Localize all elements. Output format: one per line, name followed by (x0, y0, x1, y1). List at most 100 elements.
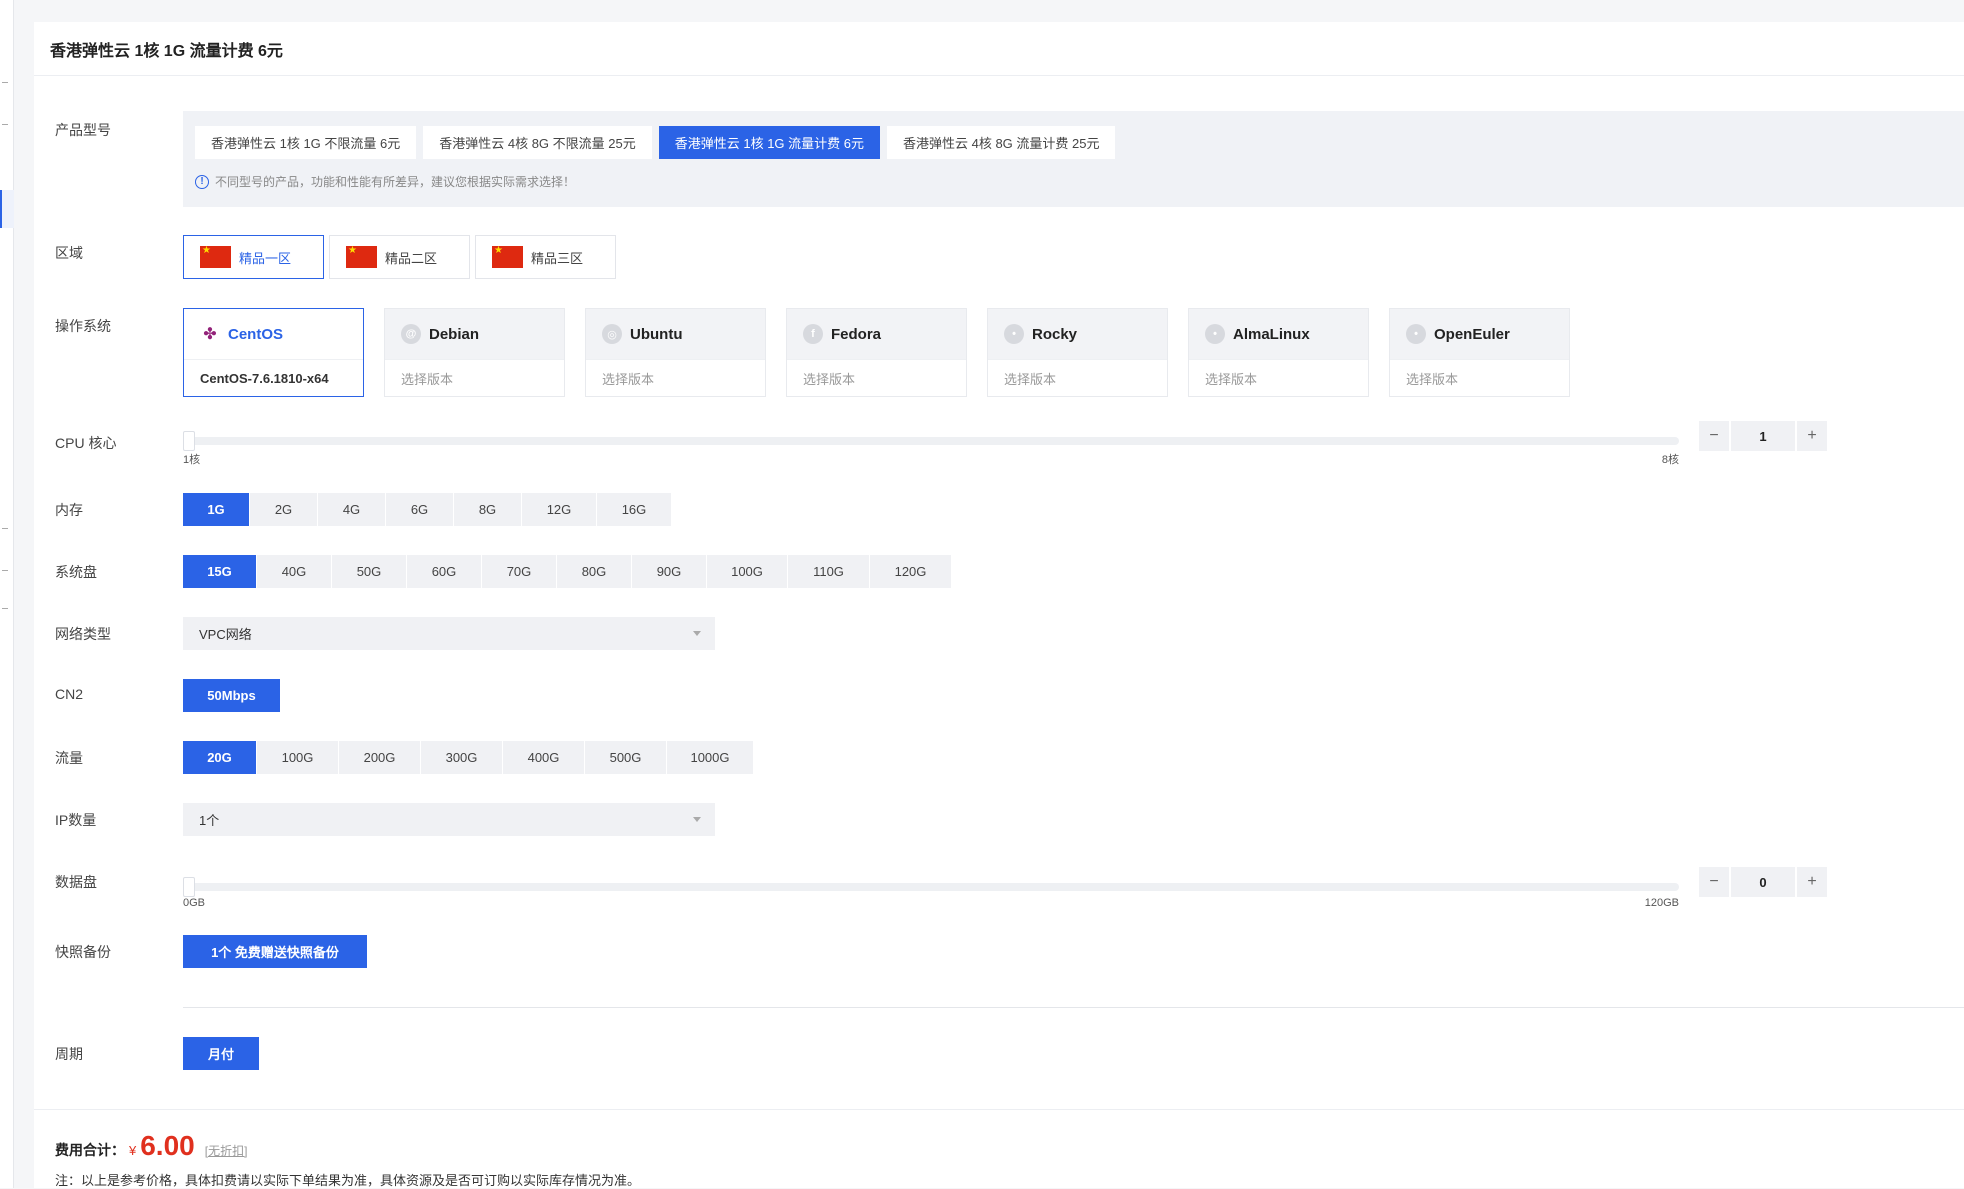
os-option-header: • Rocky (988, 309, 1167, 359)
memory-option-button[interactable]: 4G (318, 493, 385, 526)
disk-option-button[interactable]: 40G (257, 555, 331, 588)
disk-option-button[interactable]: 110G (788, 555, 869, 588)
chevron-down-icon (693, 817, 701, 822)
cn2-label: CN2 (55, 686, 84, 702)
sidebar-tick (2, 124, 8, 125)
network-label: 网络类型 (55, 626, 111, 642)
cn2-options: 50Mbps (183, 679, 280, 712)
memory-option-button[interactable]: 8G (454, 493, 521, 526)
memory-option-button[interactable]: 1G (183, 493, 249, 526)
model-option-button[interactable]: 香港弹性云 1核 1G 不限流量 6元 (195, 126, 417, 159)
data-disk-slider-handle[interactable] (183, 877, 195, 897)
os-option-name: OpenEuler (1434, 325, 1510, 343)
os-version-select[interactable]: CentOS-7.6.1810-x64 (184, 359, 363, 397)
ip-label: IP数量 (55, 812, 97, 828)
openeuler-icon: • (1406, 324, 1426, 344)
disk-option-button[interactable]: 120G (870, 555, 951, 588)
os-option-almalinux[interactable]: • AlmaLinux 选择版本 (1188, 308, 1369, 397)
model-tip: ! 不同型号的产品，功能和性能有所差异，建议您根据实际需求选择！ (195, 173, 1952, 190)
region-option[interactable]: 精品三区 (475, 235, 616, 279)
data-disk-plus-button[interactable]: + (1797, 867, 1827, 897)
network-select[interactable]: VPC网络 (183, 617, 715, 650)
sidebar-tick (2, 608, 8, 609)
sidebar-active-indicator[interactable] (0, 190, 14, 228)
disk-label: 系统盘 (55, 564, 97, 580)
os-option-rocky[interactable]: • Rocky 选择版本 (987, 308, 1168, 397)
data-disk-minus-button[interactable]: − (1699, 867, 1729, 897)
region-option[interactable]: 精品二区 (329, 235, 470, 279)
cpu-slider[interactable]: 1核 8核 (183, 431, 1679, 467)
data-disk-slider-track[interactable] (183, 877, 1679, 897)
os-version-select[interactable]: 选择版本 (1189, 359, 1368, 397)
os-option-fedora[interactable]: f Fedora 选择版本 (786, 308, 967, 397)
data-disk-slider[interactable]: 0GB 120GB (183, 877, 1679, 909)
disk-option-button[interactable]: 15G (183, 555, 256, 588)
os-option-header: f Fedora (787, 309, 966, 359)
ip-select[interactable]: 1个 (183, 803, 715, 836)
disk-option-button[interactable]: 90G (632, 555, 706, 588)
model-options: 香港弹性云 1核 1G 不限流量 6元 香港弹性云 4核 8G 不限流量 25元香… (195, 126, 1952, 159)
cpu-stepper: − 1 + (1699, 421, 1827, 451)
ubuntu-icon: ◎ (602, 324, 622, 344)
os-option-ubuntu[interactable]: ◎ Ubuntu 选择版本 (585, 308, 766, 397)
memory-option-button[interactable]: 6G (386, 493, 453, 526)
memory-option-button[interactable]: 2G (250, 493, 317, 526)
cpu-value-input[interactable]: 1 (1731, 421, 1795, 451)
snapshot-option-button[interactable]: 1个 免费赠送快照备份 (183, 935, 367, 968)
disk-option-button[interactable]: 60G (407, 555, 481, 588)
data-disk-value-input[interactable]: 0 (1731, 867, 1795, 897)
os-label: 操作系统 (55, 318, 111, 334)
disk-option-button[interactable]: 80G (557, 555, 631, 588)
china-flag-icon (346, 245, 377, 268)
disk-option-button[interactable]: 70G (482, 555, 556, 588)
period-option-button[interactable]: 月付 (183, 1037, 259, 1070)
memory-option-button[interactable]: 12G (522, 493, 596, 526)
os-option-openeuler[interactable]: • OpenEuler 选择版本 (1389, 308, 1570, 397)
sidebar-tick (2, 82, 8, 83)
os-version-select[interactable]: 选择版本 (787, 359, 966, 397)
model-option-button[interactable]: 香港弹性云 4核 8G 流量计费 25元 (886, 126, 1116, 159)
model-label: 产品型号 (55, 122, 111, 138)
china-flag-icon (200, 245, 231, 268)
data-disk-label: 数据盘 (55, 874, 97, 890)
traffic-option-button[interactable]: 20G (183, 741, 256, 774)
sidebar-tick (2, 570, 8, 571)
memory-option-button[interactable]: 16G (597, 493, 671, 526)
os-option-debian[interactable]: @ Debian 选择版本 (384, 308, 565, 397)
traffic-option-button[interactable]: 400G (503, 741, 584, 774)
left-sidebar-edge (0, 0, 14, 1188)
cpu-slider-track[interactable] (183, 431, 1679, 451)
os-version-select[interactable]: 选择版本 (385, 359, 564, 397)
disk-option-button[interactable]: 50G (332, 555, 406, 588)
region-option-label: 精品一区 (239, 250, 292, 266)
os-version-select[interactable]: 选择版本 (586, 359, 765, 397)
card-header: 香港弹性云 1核 1G 流量计费 6元 (34, 22, 1964, 76)
traffic-option-button[interactable]: 100G (257, 741, 338, 774)
snapshot-options: 1个 免费赠送快照备份 (183, 935, 367, 968)
region-option-label: 精品三区 (531, 250, 584, 266)
cn2-option-button[interactable]: 50Mbps (183, 679, 280, 712)
model-option-button[interactable]: 香港弹性云 4核 8G 不限流量 25元 (423, 126, 652, 159)
region-option[interactable]: 精品一区 (183, 235, 324, 279)
data-disk-max-label: 120GB (1644, 897, 1679, 909)
price-value: 6.00 (140, 1130, 195, 1161)
discount-badge: [无折扣] (204, 1144, 248, 1158)
disk-option-button[interactable]: 100G (707, 555, 787, 588)
traffic-option-button[interactable]: 200G (339, 741, 420, 774)
traffic-option-button[interactable]: 1000G (667, 741, 753, 774)
currency-symbol: ¥ (129, 1143, 137, 1158)
info-icon: ! (195, 174, 209, 189)
cpu-minus-button[interactable]: − (1699, 421, 1729, 451)
model-tip-text: 不同型号的产品，功能和性能有所差异，建议您根据实际需求选择！ (215, 175, 576, 189)
memory-options: 1G 2G 4G 6G 8G 12G 16G (183, 493, 671, 526)
traffic-option-button[interactable]: 500G (585, 741, 666, 774)
os-version-select[interactable]: 选择版本 (1390, 359, 1569, 397)
os-option-centos[interactable]: ✤ CentOS CentOS-7.6.1810-x64 (183, 308, 364, 397)
china-flag-icon (492, 245, 523, 268)
cpu-max-label: 8核 (1661, 454, 1679, 466)
cpu-plus-button[interactable]: + (1797, 421, 1827, 451)
cpu-slider-handle[interactable] (183, 431, 195, 451)
traffic-option-button[interactable]: 300G (421, 741, 502, 774)
model-option-button[interactable]: 香港弹性云 1核 1G 流量计费 6元 (658, 126, 880, 159)
os-version-select[interactable]: 选择版本 (988, 359, 1167, 397)
